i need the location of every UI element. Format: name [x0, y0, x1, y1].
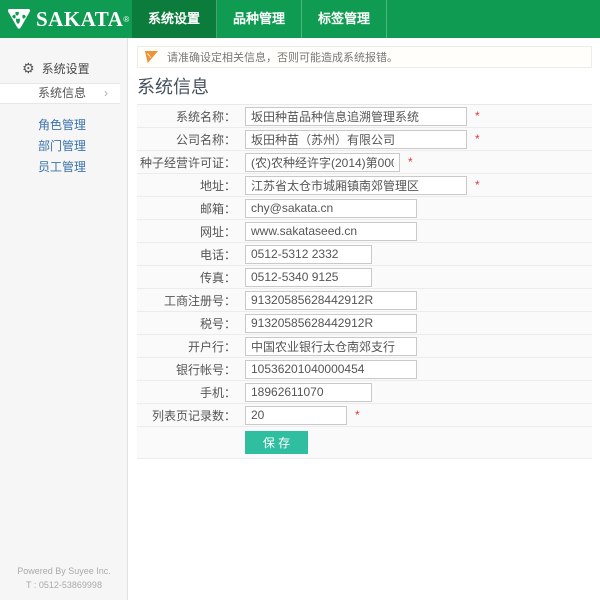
warning-banner: ! 请准确设定相关信息，否则可能造成系统报错。 [137, 46, 592, 68]
form-actions-row: 保 存 [137, 427, 592, 459]
form-row-website: 网址： [137, 220, 592, 243]
sidebar: ⚙ 系统设置 系统信息 › 角色管理 部门管理 员工管理 Powered By … [0, 38, 128, 600]
brand-logo: SAKATA® [0, 0, 128, 38]
sidebar-item-department-management[interactable]: 部门管理 [0, 136, 127, 157]
field-label: 系统名称： [137, 108, 241, 125]
field-label: 税号： [137, 315, 241, 332]
page-title: 系统信息 [137, 77, 592, 98]
top-nav: 系统设置 品种管理 标签管理 [132, 0, 387, 38]
chevron-right-icon: › [104, 84, 108, 103]
form-row-page-size: 列表页记录数： * [137, 404, 592, 427]
page-size-input[interactable] [245, 406, 347, 425]
field-label: 列表页记录数： [137, 407, 241, 424]
required-asterisk: * [355, 408, 360, 422]
field-label: 工商注册号： [137, 292, 241, 309]
form-row-mobile: 手机： [137, 381, 592, 404]
field-label: 开户行： [137, 338, 241, 355]
form-row-bank-name: 开户行： [137, 335, 592, 358]
sidebar-section-header: ⚙ 系统设置 [0, 38, 127, 83]
system-info-form: 系统名称： * 公司名称： * 种子经营许可证： * 地址： * 邮箱： 网址： [137, 104, 592, 459]
required-asterisk: * [475, 132, 480, 146]
form-row-phone: 电话： [137, 243, 592, 266]
tax-no-input[interactable] [245, 314, 417, 333]
field-label: 公司名称： [137, 131, 241, 148]
required-asterisk: * [475, 109, 480, 123]
footer-phone-text: T : 0512-53869998 [0, 579, 128, 593]
fax-input[interactable] [245, 268, 372, 287]
address-input[interactable] [245, 176, 467, 195]
field-label: 地址： [137, 177, 241, 194]
seed-license-input[interactable] [245, 153, 400, 172]
bank-account-input[interactable] [245, 360, 417, 379]
tab-system-settings[interactable]: 系统设置 [132, 0, 217, 38]
tab-variety-management[interactable]: 品种管理 [217, 0, 302, 38]
sidebar-item-system-info[interactable]: 系统信息 › [0, 83, 120, 104]
warning-text: 请准确设定相关信息，否则可能造成系统报错。 [167, 49, 398, 65]
sidebar-item-role-management[interactable]: 角色管理 [0, 115, 127, 136]
website-input[interactable] [245, 222, 417, 241]
top-header: SAKATA® 系统设置 品种管理 标签管理 [0, 0, 600, 38]
field-label: 银行帐号： [137, 361, 241, 378]
field-label: 网址： [137, 223, 241, 240]
main-content: ! 请准确设定相关信息，否则可能造成系统报错。 系统信息 系统名称： * 公司名… [129, 38, 600, 600]
email-input[interactable] [245, 199, 417, 218]
form-row-tax-no: 税号： [137, 312, 592, 335]
sidebar-links: 角色管理 部门管理 员工管理 [0, 104, 127, 178]
tab-label-management[interactable]: 标签管理 [302, 0, 387, 38]
sidebar-item-label: 系统信息 [38, 86, 86, 100]
system-name-input[interactable] [245, 107, 467, 126]
field-label: 传真： [137, 269, 241, 286]
form-row-company-name: 公司名称： * [137, 128, 592, 151]
field-label: 手机： [137, 384, 241, 401]
powered-by-text: Powered By Suyee Inc. [0, 565, 128, 579]
field-label: 电话： [137, 246, 241, 263]
business-reg-no-input[interactable] [245, 291, 417, 310]
brand-name: SAKATA [36, 9, 123, 30]
field-label: 种子经营许可证： [137, 154, 241, 171]
form-row-address: 地址： * [137, 174, 592, 197]
sidebar-footer: Powered By Suyee Inc. T : 0512-53869998 [0, 565, 128, 592]
form-row-business-reg-no: 工商注册号： [137, 289, 592, 312]
sidebar-item-employee-management[interactable]: 员工管理 [0, 157, 127, 178]
phone-input[interactable] [245, 245, 372, 264]
registered-mark: ® [123, 15, 129, 24]
sidebar-section-label: 系统设置 [42, 60, 90, 77]
sakata-triangle-icon [6, 6, 32, 32]
gear-icon: ⚙ [22, 61, 35, 75]
required-asterisk: * [475, 178, 480, 192]
save-button[interactable]: 保 存 [245, 431, 308, 454]
form-row-seed-license: 种子经营许可证： * [137, 151, 592, 174]
form-row-fax: 传真： [137, 266, 592, 289]
required-asterisk: * [408, 155, 413, 169]
warning-flag-icon: ! [144, 50, 159, 65]
form-row-email: 邮箱： [137, 197, 592, 220]
company-name-input[interactable] [245, 130, 467, 149]
field-label: 邮箱： [137, 200, 241, 217]
bank-name-input[interactable] [245, 337, 417, 356]
mobile-input[interactable] [245, 383, 372, 402]
form-row-system-name: 系统名称： * [137, 105, 592, 128]
form-row-bank-account: 银行帐号： [137, 358, 592, 381]
